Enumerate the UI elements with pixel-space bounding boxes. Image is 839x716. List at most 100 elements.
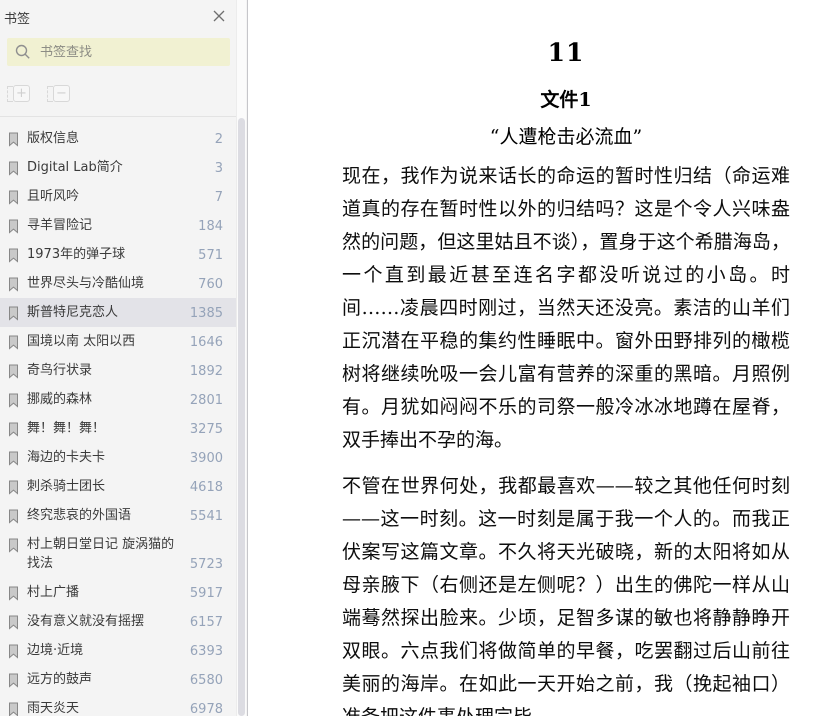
bookmark-label-wrap: 1973年的弹子球 (8, 245, 192, 264)
bookmarks-header: 书签 (0, 0, 237, 30)
bookmark-title: 挪威的森林 (27, 392, 93, 407)
bookmark-row[interactable]: 挪威的森林 2801 (0, 385, 237, 414)
bookmark-label-wrap: 寻羊冒险记 (8, 216, 192, 235)
bookmark-page-number: 5723 (189, 557, 223, 572)
bookmark-row[interactable]: 没有意义就没有摇摆 6157 (0, 607, 237, 636)
bookmark-search-box[interactable] (7, 38, 230, 66)
expand-all-button[interactable]: + (7, 83, 31, 105)
bookmark-page-number: 1892 (189, 364, 223, 379)
bookmark-title: 村上广播 (27, 585, 80, 600)
bookmark-row[interactable]: 村上广播 5917 (0, 578, 237, 607)
bookmark-icon (9, 451, 18, 466)
bookmark-label-wrap: 挪威的森林 (8, 390, 184, 409)
bookmark-label-wrap: 雨天炎天 (8, 699, 184, 716)
bookmark-page-number: 4618 (189, 480, 223, 495)
bookmark-label-wrap: 边境·近境 (8, 641, 184, 660)
bookmark-icon (9, 161, 18, 176)
bookmark-page-number: 2 (214, 132, 223, 147)
bookmarks-panel: 书签 + − (0, 0, 248, 716)
bookmark-title: 斯普特尼克恋人 (27, 305, 119, 320)
bookmark-icon (9, 219, 18, 234)
bookmark-label-wrap: 刺杀骑士团长 (8, 477, 184, 496)
bookmark-page-number: 6978 (189, 702, 223, 716)
bookmark-row[interactable]: Digital Lab简介 3 (0, 153, 237, 182)
bookmark-icon (9, 615, 18, 630)
bookmark-search-input[interactable] (40, 44, 222, 60)
bookmark-row[interactable]: 终究悲哀的外国语 5541 (0, 501, 237, 530)
bookmark-icon (9, 393, 18, 408)
bookmark-icon (9, 480, 18, 495)
bookmark-page-number: 5541 (189, 509, 223, 524)
bookmark-row[interactable]: 远方的鼓声 6580 (0, 665, 237, 694)
bookmark-title: 且听风吟 (27, 189, 80, 204)
bookmark-page-number: 1646 (189, 335, 223, 350)
bookmark-row[interactable]: 版权信息 2 (0, 124, 237, 153)
bookmark-page-number: 3900 (189, 451, 223, 466)
chapter-quote: “人遭枪击必流血” (489, 126, 643, 148)
bookmark-page-number: 5917 (189, 586, 223, 601)
collapse-all-button[interactable]: − (47, 83, 71, 105)
bookmark-label-wrap: 村上广播 (8, 583, 184, 602)
bookmark-icon (9, 190, 18, 205)
bookmark-row[interactable]: 且听风吟 7 (0, 182, 237, 211)
bookmark-icon (9, 364, 18, 379)
bookmark-title: 没有意义就没有摇摆 (27, 614, 145, 629)
bookmark-title: 海边的卡夫卡 (27, 450, 106, 465)
bookmark-row[interactable]: 斯普特尼克恋人 1385 (0, 298, 237, 327)
bookmark-label-wrap: Digital Lab简介 (8, 158, 209, 177)
bookmark-icon (9, 509, 18, 524)
bookmark-row[interactable]: 1973年的弹子球 571 (0, 240, 237, 269)
bookmark-label-wrap: 且听风吟 (8, 187, 209, 206)
bookmark-icon (9, 335, 18, 350)
bookmark-title: 1973年的弹子球 (27, 247, 126, 262)
bookmark-row[interactable]: 寻羊冒险记 184 (0, 211, 237, 240)
bookmark-title: Digital Lab简介 (27, 160, 123, 175)
bookmark-row[interactable]: 国境以南 太阳以西 1646 (0, 327, 237, 356)
bookmark-title: 奇鸟行状录 (27, 363, 93, 378)
bookmark-page-number: 6393 (189, 644, 223, 659)
bookmark-title: 终究悲哀的外国语 (27, 508, 132, 523)
bookmark-row[interactable]: 雨天炎天 6978 (0, 694, 237, 716)
bookmark-label-wrap: 海边的卡夫卡 (8, 448, 184, 467)
bookmark-title: 远方的鼓声 (27, 672, 93, 687)
bookmark-list: 版权信息 2 Digital Lab简介 3 且听风吟 7 寻羊冒险记 184 (0, 117, 237, 716)
ebook-reader-window: 书签 + − (0, 0, 839, 716)
bookmark-row[interactable]: 边境·近境 6393 (0, 636, 237, 665)
bookmark-row[interactable]: 村上朝日堂日记 旋涡猫的找法 5723 (0, 530, 237, 578)
bookmark-icon (9, 277, 18, 292)
bookmark-label-wrap: 斯普特尼克恋人 (8, 303, 184, 322)
bookmarks-panel-title: 书签 (4, 12, 31, 27)
bookmarks-panel-inner: 书签 + − (0, 0, 237, 716)
sidebar-scrollbar-thumb[interactable] (238, 118, 245, 716)
bookmark-page-number: 571 (198, 248, 223, 263)
bookmark-row[interactable]: 奇鸟行状录 1892 (0, 356, 237, 385)
bookmark-title: 雨天炎天 (27, 701, 80, 716)
close-icon[interactable] (211, 8, 227, 24)
bookmark-row[interactable]: 舞！舞！舞！ 3275 (0, 414, 237, 443)
bookmark-icon (9, 248, 18, 263)
bookmark-page-number: 760 (198, 277, 223, 292)
bookmark-title: 版权信息 (27, 131, 80, 146)
bookmark-icon (9, 644, 18, 659)
bookmark-icon (9, 306, 18, 321)
search-icon (15, 44, 30, 59)
bookmark-icon (9, 673, 18, 688)
bookmark-title: 边境·近境 (27, 643, 84, 658)
bookmark-page-number: 184 (198, 219, 223, 234)
reading-pane: 11 文件1 “人遭枪击必流血” 现在，我作为说来话长的命运的暂时性归结（命运难… (248, 0, 839, 716)
bookmark-page-number: 3275 (189, 422, 223, 437)
expand-all-icon: + (13, 85, 30, 102)
bookmark-page-number: 7 (214, 190, 223, 205)
bookmark-label-wrap: 远方的鼓声 (8, 670, 184, 689)
bookmark-row[interactable]: 刺杀骑士团长 4618 (0, 472, 237, 501)
bookmark-title: 刺杀骑士团长 (27, 479, 106, 494)
bookmark-row[interactable]: 世界尽头与冷酷仙境 760 (0, 269, 237, 298)
sidebar-scrollbar[interactable] (236, 0, 246, 716)
bookmark-page-number: 6580 (189, 673, 223, 688)
bookmark-row[interactable]: 海边的卡夫卡 3900 (0, 443, 237, 472)
bookmark-title: 国境以南 太阳以西 (27, 334, 136, 349)
bookmark-label-wrap: 舞！舞！舞！ (8, 419, 184, 438)
bookmark-label-wrap: 国境以南 太阳以西 (8, 332, 184, 351)
bookmark-title: 舞！舞！舞！ (27, 421, 106, 436)
bookmark-icon (9, 702, 18, 716)
